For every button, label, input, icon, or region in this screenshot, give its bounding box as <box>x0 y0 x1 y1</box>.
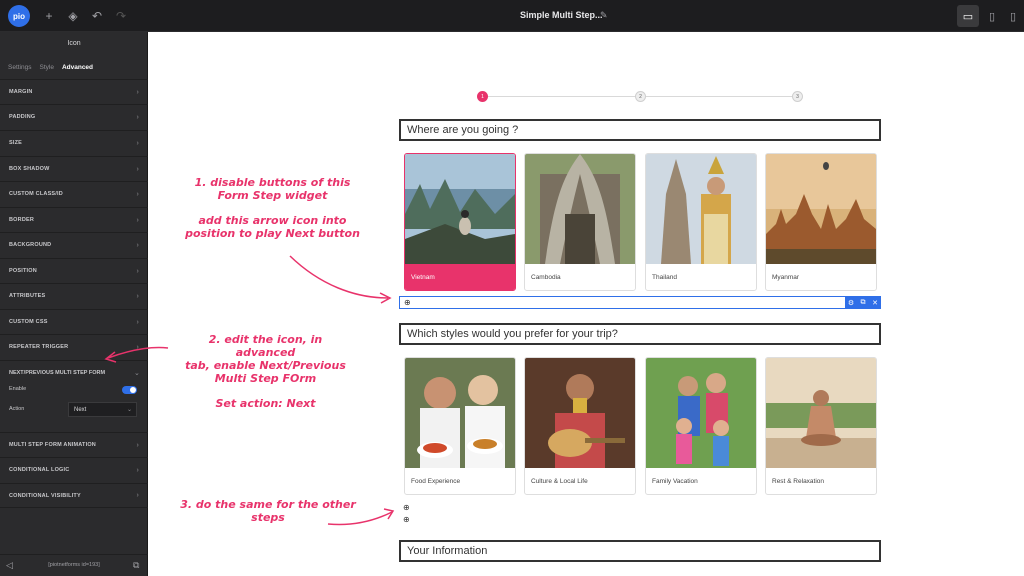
question-heading: Your Information <box>399 540 881 562</box>
annotation-note: 2. edit the icon, in advanced tab, enabl… <box>185 333 346 410</box>
step-1[interactable]: 1 <box>477 91 488 102</box>
option-card-relax[interactable]: Rest & Relaxation <box>765 357 877 495</box>
stepper-line <box>646 96 794 97</box>
top-toolbar: pio + ◈ ↶ ↷ Simple Multi Step... ✎ ▭ ▯ ▯ <box>0 0 1024 32</box>
action-label: Action <box>9 406 25 412</box>
circle-arrow-icon[interactable]: ⊕ <box>403 515 410 524</box>
section-background[interactable]: BACKGROUND › <box>0 232 148 257</box>
option-label: Food Experience <box>411 477 461 485</box>
chevron-right-icon: › <box>136 139 139 147</box>
chevron-right-icon: › <box>136 190 139 198</box>
panel-title: Icon <box>67 40 81 47</box>
vietnam-photo <box>405 154 515 264</box>
food-photo <box>405 358 515 468</box>
close-icon[interactable]: ✕ <box>869 296 881 309</box>
shortcode-label[interactable]: [piotnetforms id=193] <box>0 562 148 568</box>
document-title: Simple Multi Step... <box>520 10 603 20</box>
action-select[interactable]: Next ⌄ <box>68 402 137 417</box>
tab-advanced[interactable]: Advanced <box>62 64 93 71</box>
family-photo <box>646 358 756 468</box>
relax-photo <box>766 358 876 468</box>
culture-photo <box>525 358 635 468</box>
panel-tabs: Settings Style Advanced <box>8 64 93 71</box>
section-box-shadow[interactable]: BOX SHADOW › <box>0 156 148 181</box>
option-label: Cambodia <box>531 273 561 281</box>
redo-icon[interactable]: ↷ <box>113 8 129 24</box>
section-repeater-trigger[interactable]: REPEATER TRIGGER › <box>0 334 148 359</box>
section-conditional-visibility[interactable]: CONDITIONAL VISIBILITY › <box>0 483 148 508</box>
option-label: Myanmar <box>772 273 800 281</box>
chevron-right-icon: › <box>136 318 139 326</box>
chevron-right-icon: › <box>136 492 139 499</box>
option-card-myanmar[interactable]: Myanmar <box>765 153 877 291</box>
settings-icon[interactable]: ⚙ <box>845 296 857 309</box>
desktop-view-icon[interactable]: ▭ <box>957 5 979 27</box>
annotation-note: 1. disable buttons of this Form Step wid… <box>185 176 360 240</box>
section-padding[interactable]: PADDING › <box>0 104 148 129</box>
question-heading: Which styles would you prefer for your t… <box>399 323 881 345</box>
cambodia-photo <box>525 154 635 264</box>
option-card-thailand[interactable]: Thailand <box>645 153 757 291</box>
option-card-cambodia[interactable]: Cambodia <box>524 153 636 291</box>
icon-widget-selected[interactable]: ⊕ ⚙ ⧉ ✕ <box>399 296 881 309</box>
chevron-right-icon: › <box>136 267 139 275</box>
enable-toggle[interactable] <box>122 386 137 394</box>
chevron-right-icon: › <box>136 216 139 224</box>
chevron-right-icon: › <box>136 113 139 121</box>
section-multi-step-animation[interactable]: MULTI STEP FORM ANIMATION › <box>0 432 148 457</box>
widget-toolbar: ⚙ ⧉ ✕ <box>845 296 881 309</box>
option-label: Family Vacation <box>652 477 698 485</box>
edit-title-icon[interactable]: ✎ <box>600 10 608 21</box>
option-card-vietnam[interactable]: Vietnam <box>404 153 516 291</box>
step-2[interactable]: 2 <box>635 91 646 102</box>
undo-icon[interactable]: ↶ <box>89 8 105 24</box>
option-card-culture[interactable]: Culture & Local Life <box>524 357 636 495</box>
sidebar-footer: ◁ [piotnetforms id=193] ⧉ <box>0 554 148 576</box>
option-label: Thailand <box>652 273 677 281</box>
section-border[interactable]: BORDER › <box>0 207 148 232</box>
layers-icon[interactable]: ◈ <box>65 8 81 24</box>
section-margin[interactable]: MARGIN › <box>0 79 148 104</box>
mobile-view-icon[interactable]: ▯ <box>1004 5 1022 27</box>
myanmar-photo <box>766 154 876 264</box>
annotation-note: 3. do the same for the other steps <box>180 498 356 524</box>
chevron-right-icon: › <box>136 292 139 300</box>
chevron-down-icon: ⌄ <box>126 407 132 413</box>
stepper-line <box>488 96 636 97</box>
circle-arrow-icon[interactable]: ⊕ <box>404 298 411 307</box>
section-custom-css[interactable]: CUSTOM CSS › <box>0 309 148 334</box>
step-3[interactable]: 3 <box>792 91 803 102</box>
section-attributes[interactable]: ATTRIBUTES › <box>0 283 148 308</box>
option-label: Rest & Relaxation <box>772 477 825 485</box>
chevron-right-icon: › <box>136 241 139 249</box>
option-card-family[interactable]: Family Vacation <box>645 357 757 495</box>
duplicate-icon[interactable]: ⧉ <box>857 296 869 309</box>
tab-style[interactable]: Style <box>40 64 54 71</box>
add-icon[interactable]: + <box>41 8 57 24</box>
option-label: Culture & Local Life <box>531 477 588 485</box>
question-heading: Where are you going ? <box>399 119 881 141</box>
app-logo[interactable]: pio <box>8 5 30 27</box>
tab-settings[interactable]: Settings <box>8 64 32 71</box>
tablet-view-icon[interactable]: ▯ <box>981 5 1003 27</box>
option-card-food[interactable]: Food Experience <box>404 357 516 495</box>
section-conditional-logic[interactable]: CONDITIONAL LOGIC › <box>0 457 148 482</box>
option-label: Vietnam <box>405 264 515 290</box>
circle-arrow-icon[interactable]: ⊕ <box>403 503 410 512</box>
external-link-icon[interactable]: ⧉ <box>133 560 139 571</box>
chevron-right-icon: › <box>136 466 139 474</box>
chevron-right-icon: › <box>136 441 139 449</box>
section-position[interactable]: POSITION › <box>0 258 148 283</box>
chevron-down-icon: ⌄ <box>134 370 140 377</box>
chevron-right-icon: › <box>136 88 139 96</box>
section-custom-class[interactable]: CUSTOM CLASS/ID › <box>0 181 148 206</box>
chevron-right-icon: › <box>136 343 139 351</box>
section-size[interactable]: SIZE › <box>0 130 148 155</box>
chevron-right-icon: › <box>136 165 139 173</box>
section-next-previous-label[interactable]: NEXT/PREVIOUS MULTI STEP FORM <box>9 370 105 376</box>
enable-label: Enable <box>9 386 27 392</box>
thailand-photo <box>646 154 756 264</box>
